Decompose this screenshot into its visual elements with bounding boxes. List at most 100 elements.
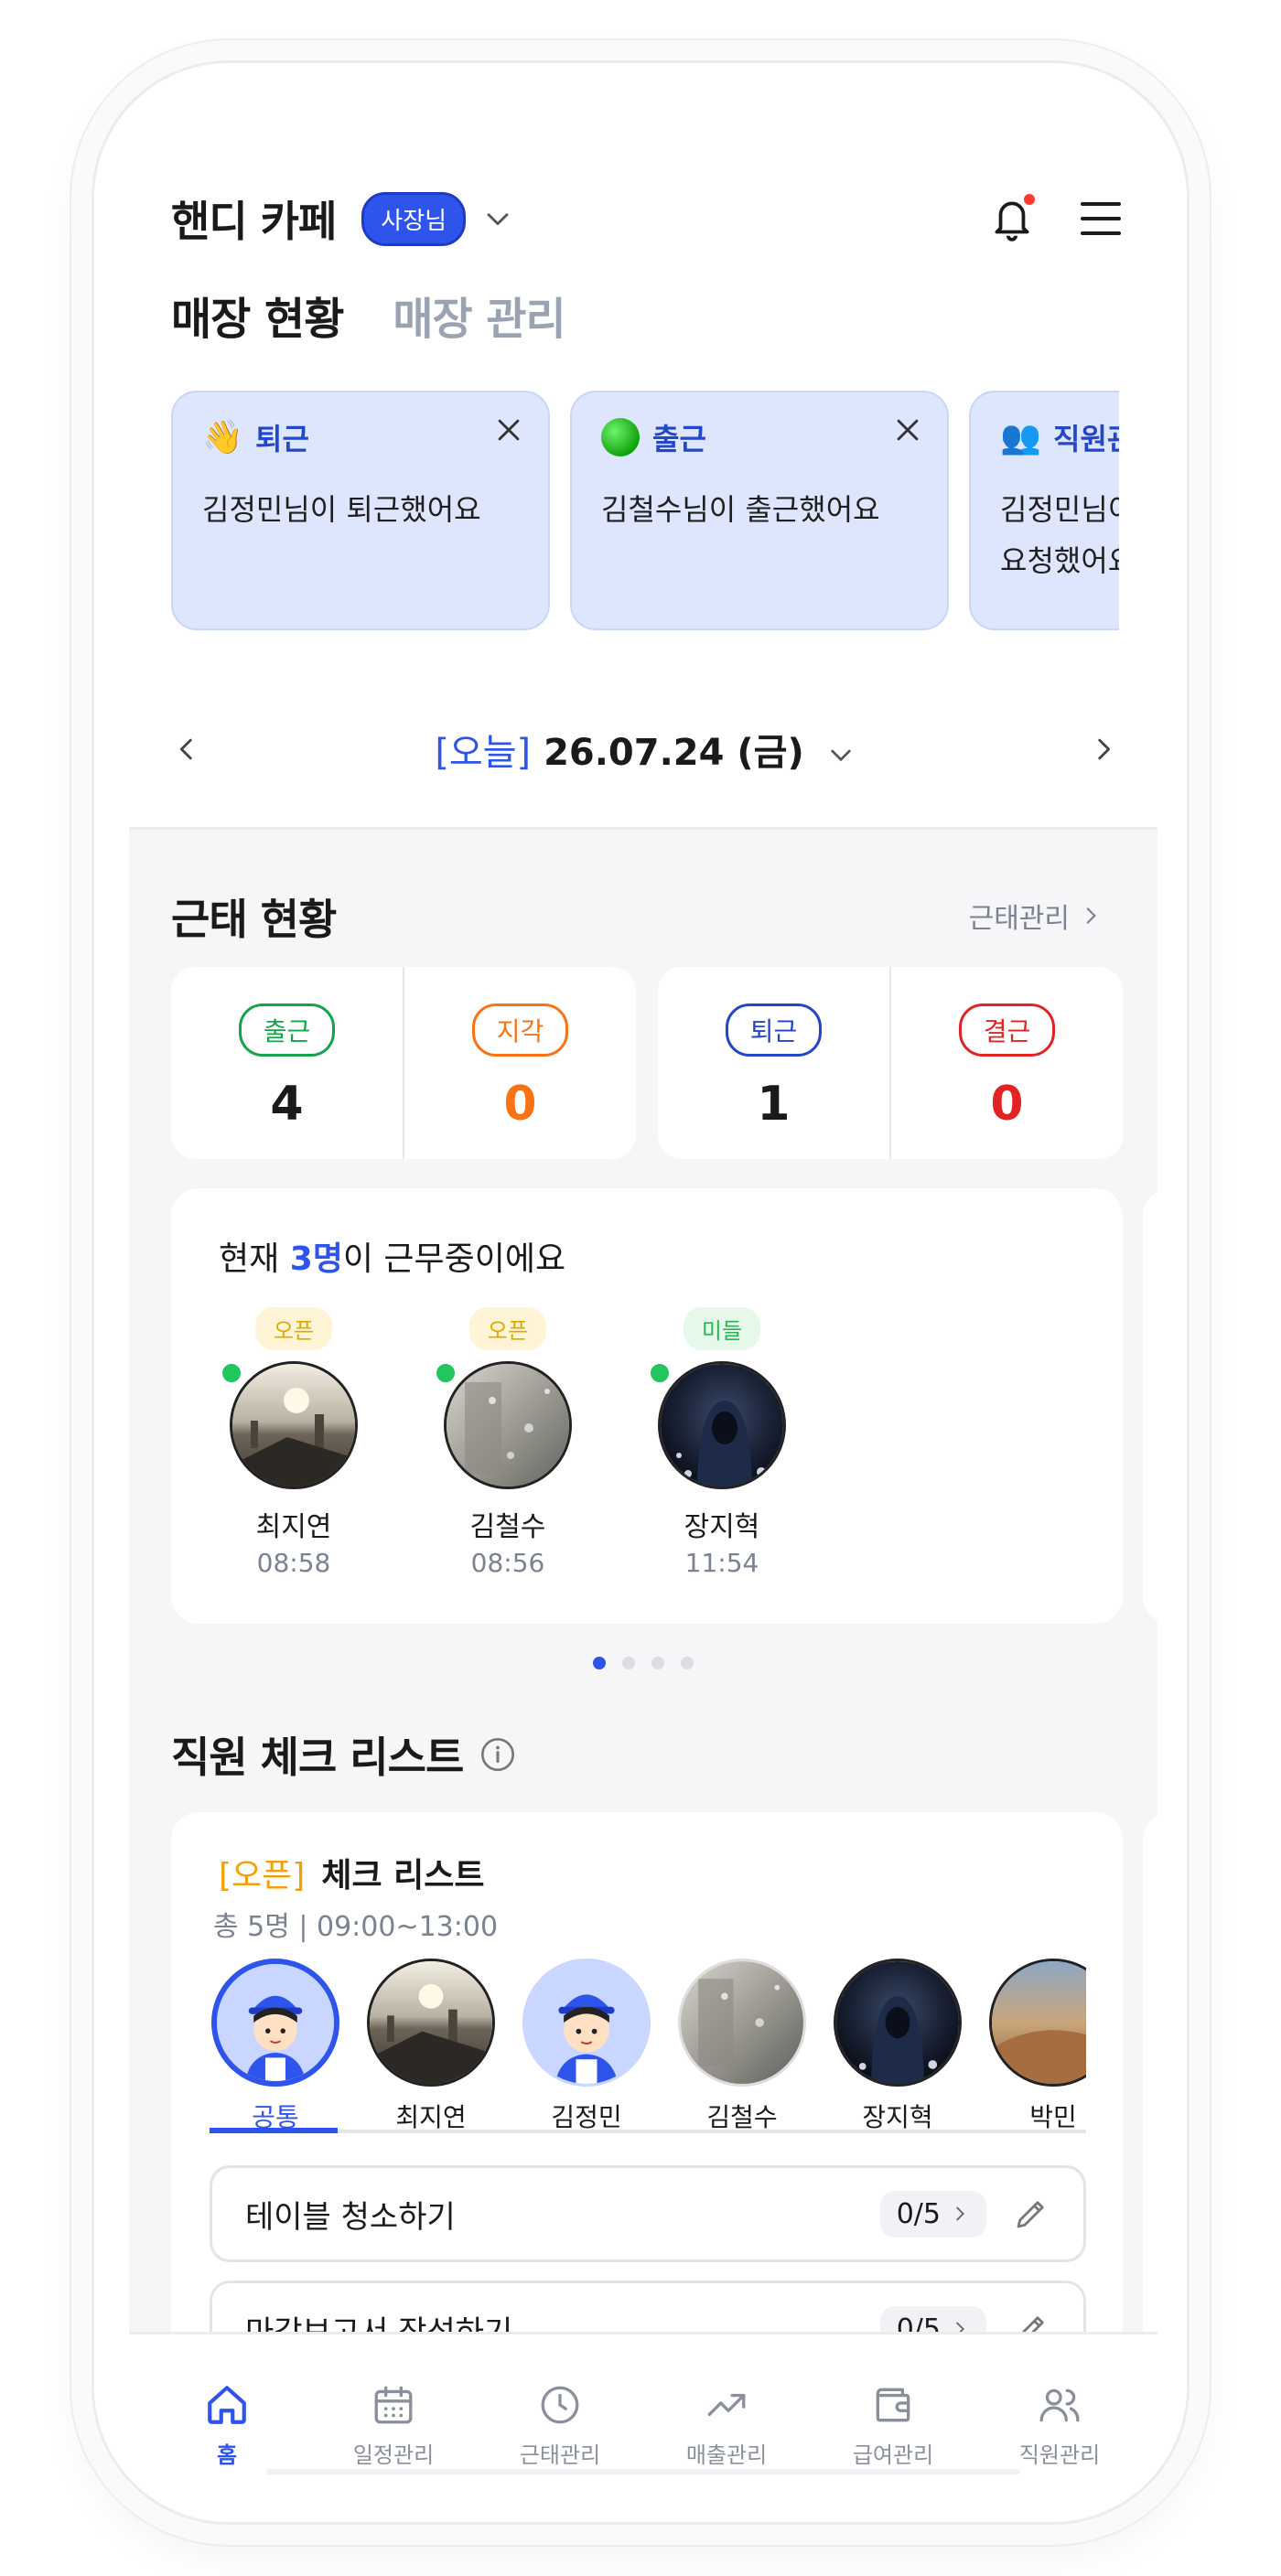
date-selector[interactable]: [오늘] 26.07.24 (금) xyxy=(435,723,855,776)
pencil-icon[interactable] xyxy=(1012,2195,1050,2233)
close-icon[interactable] xyxy=(493,414,524,445)
online-indicator xyxy=(433,1360,458,1386)
notification-carousel[interactable]: 👋 퇴근 김정민님이 퇴근했어요 출근 김철수님이 출근했어요 👥 직원 김정민… xyxy=(171,391,1119,634)
pager-dot[interactable] xyxy=(651,1657,664,1669)
chevron-down-icon[interactable] xyxy=(482,203,513,234)
working-count: 3명 xyxy=(289,1240,343,1278)
working-staff[interactable]: 미들 장지혁 11:54 xyxy=(647,1307,795,1578)
task-progress-button[interactable]: 0/5 xyxy=(879,2305,986,2333)
task-progress-button[interactable]: 0/5 xyxy=(879,2190,986,2238)
nav-sales[interactable]: 매출관리 xyxy=(643,2334,810,2491)
status-badge: 출근 xyxy=(238,1004,336,1057)
menu-icon[interactable] xyxy=(1079,200,1123,237)
staff-filter-label: 김정민 xyxy=(551,2102,622,2132)
clock-in-time: 08:58 xyxy=(256,1548,331,1578)
main-tabs: 매장 현황 매장 관리 xyxy=(171,283,566,347)
chevron-left-icon[interactable] xyxy=(171,734,202,765)
trend-icon xyxy=(707,2393,746,2417)
notification-type: 직원관리 xyxy=(1053,422,1119,456)
close-icon[interactable] xyxy=(892,414,923,445)
city-photo xyxy=(232,1364,355,1487)
header-actions xyxy=(989,194,1123,243)
online-indicator xyxy=(647,1360,673,1386)
current-date: 26.07.24 (금) xyxy=(544,732,804,774)
nav-payroll[interactable]: 급여관리 xyxy=(810,2334,976,2491)
date-navigator: [오늘] 26.07.24 (금) xyxy=(171,713,1119,786)
checklist-task[interactable]: 마감보고서 작성하기 0/5 xyxy=(210,2281,1086,2333)
staff-name: 장지혁 xyxy=(684,1511,760,1543)
today-tag: [오늘] xyxy=(435,732,532,774)
nav-home[interactable]: 홈 xyxy=(144,2334,310,2491)
staff-filter-label: 김철수 xyxy=(706,2102,778,2132)
notification-card[interactable]: 출근 김철수님이 출근했어요 xyxy=(570,391,949,630)
working-staff[interactable]: 오픈 최지연 08:58 xyxy=(219,1307,367,1578)
tab-store-status[interactable]: 매장 현황 xyxy=(171,283,344,347)
staff-filter-item[interactable]: 김철수 xyxy=(669,1959,815,2132)
avatar xyxy=(230,1361,358,1489)
app-header: 핸디 카페 사장님 xyxy=(171,187,1123,251)
avatar xyxy=(658,1361,786,1489)
store-name[interactable]: 핸디 카페 xyxy=(171,188,337,249)
attendance-manage-link[interactable]: 근태관리 xyxy=(969,896,1103,936)
clock-icon xyxy=(541,2386,579,2424)
working-staff[interactable]: 오픈 김철수 08:56 xyxy=(433,1307,581,1578)
title-prefix: 현재 xyxy=(219,1240,290,1278)
notification-message: 김정민님이 퇴근했어요 xyxy=(202,492,481,527)
calendar-icon xyxy=(374,2386,413,2424)
tab-store-management[interactable]: 매장 관리 xyxy=(393,283,565,347)
scroll-content[interactable]: 핸디 카페 사장님 매장 현황 매장 관리 👋 퇴근 김정민님이 퇴근했어요 출… xyxy=(129,100,1157,2333)
staff-filter-item[interactable]: 박민 xyxy=(980,1959,1086,2132)
clock-in-time: 08:56 xyxy=(470,1548,545,1578)
cartoon-avatar-icon xyxy=(522,1959,651,2087)
stat-late[interactable]: 지각 0 xyxy=(403,967,636,1159)
task-label: 테이블 청소하기 xyxy=(245,2198,456,2236)
nav-attendance[interactable]: 근태관리 xyxy=(477,2334,643,2491)
rain-photo xyxy=(678,1959,806,2087)
staff-name: 김철수 xyxy=(469,1511,546,1543)
nav-staff[interactable]: 직원관리 xyxy=(976,2334,1143,2491)
staff-filter-row[interactable]: 공통 최지연 김정민 김철수 장지혁 박민 xyxy=(210,1959,1086,2132)
staff-filter-label: 장지혁 xyxy=(862,2102,933,2132)
pager-dot[interactable] xyxy=(593,1657,606,1669)
staff-filter-item[interactable]: 장지혁 xyxy=(824,1959,971,2132)
chevron-right-icon xyxy=(1086,907,1096,924)
status-badge: 퇴근 xyxy=(725,1004,823,1057)
staff-filter-label: 박민 xyxy=(1029,2102,1077,2132)
hooded-photo xyxy=(661,1364,783,1487)
chevron-down-icon xyxy=(831,749,851,762)
checklist-summary: 총 5명 | 09:00~13:00 xyxy=(213,1911,499,1943)
nav-label: 매출관리 xyxy=(685,2442,768,2468)
app-screen: 핸디 카페 사장님 매장 현황 매장 관리 👋 퇴근 김정민님이 퇴근했어요 출… xyxy=(129,100,1157,2491)
staff-filter-item[interactable]: 최지연 xyxy=(358,1959,504,2132)
pencil-icon[interactable] xyxy=(1012,2310,1050,2333)
nav-schedule[interactable]: 일정관리 xyxy=(310,2334,477,2491)
notification-type: 퇴근 xyxy=(255,422,309,456)
pager-dot[interactable] xyxy=(622,1657,635,1669)
wave-icon: 👋 xyxy=(202,419,243,456)
stat-absent[interactable]: 결근 0 xyxy=(889,967,1123,1159)
shift-badge: 미들 xyxy=(683,1307,761,1350)
chevron-right-icon xyxy=(956,2206,964,2221)
stat-clock-in[interactable]: 출근 4 xyxy=(171,967,403,1159)
stat-clock-out[interactable]: 퇴근 1 xyxy=(658,967,889,1159)
staff-name: 최지연 xyxy=(255,1511,332,1543)
staff-filter-item[interactable]: 김정민 xyxy=(513,1959,660,2132)
chevron-right-icon[interactable] xyxy=(1088,734,1119,765)
carousel-pager xyxy=(129,1657,1157,1669)
checklist-name: 체크 리스트 xyxy=(321,1857,485,1894)
nav-label: 홈 xyxy=(216,2442,238,2468)
info-icon[interactable] xyxy=(479,1736,516,1773)
notification-card[interactable]: 👥 직원관리 김정민님이 미 요청했어요 xyxy=(969,391,1119,630)
chevron-right-icon xyxy=(956,2322,964,2333)
stat-value: 0 xyxy=(503,1077,537,1132)
checklist-task[interactable]: 테이블 청소하기 0/5 xyxy=(210,2165,1086,2262)
home-icon xyxy=(208,2386,246,2424)
pager-dot[interactable] xyxy=(681,1657,694,1669)
working-now-card[interactable]: 현재 3명이 근무중이에요 오픈 최지연 08:58 오픈 김철수 08:56 … xyxy=(171,1188,1123,1624)
staff-filter-common[interactable]: 공통 xyxy=(210,1959,349,2132)
notification-bell-button[interactable] xyxy=(989,194,1035,243)
home-indicator xyxy=(266,2469,1020,2474)
attendance-stat-group: 출근 4 지각 0 xyxy=(171,967,636,1159)
notification-card[interactable]: 👋 퇴근 김정민님이 퇴근했어요 xyxy=(171,391,550,630)
checklist-card[interactable]: [오픈] 체크 리스트 총 5명 | 09:00~13:00 공통 최지연 김정… xyxy=(171,1812,1123,2333)
